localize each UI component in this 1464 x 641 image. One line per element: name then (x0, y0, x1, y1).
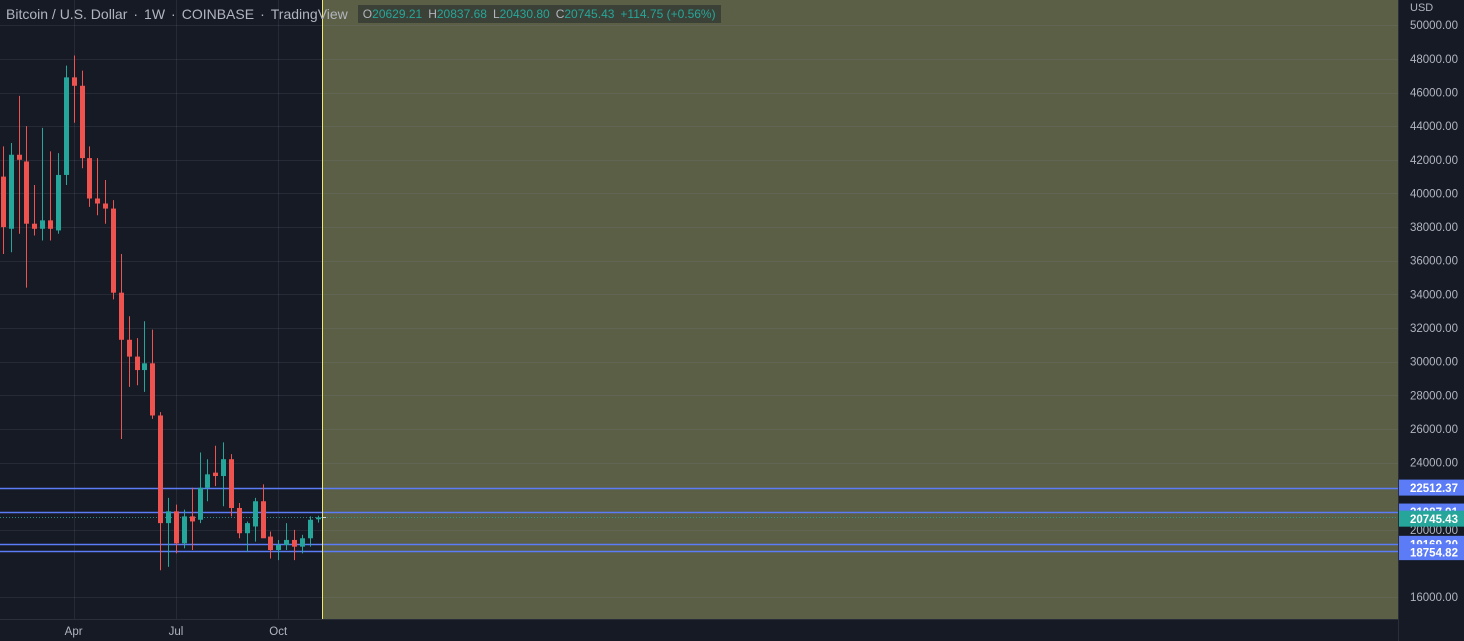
price-line-badge: 22512.37 (1410, 483, 1458, 495)
y-tick-label: 40000.00 (1410, 188, 1458, 200)
y-tick-label: 36000.00 (1410, 256, 1458, 268)
y-tick-label: 34000.00 (1410, 289, 1458, 301)
y-tick-label: 38000.00 (1410, 222, 1458, 234)
price-line-badge: 18754.82 (1410, 548, 1458, 560)
candle-body[interactable] (166, 511, 171, 524)
candle-body[interactable] (190, 516, 195, 522)
candle-body[interactable] (221, 459, 226, 477)
legend-separator: · (133, 6, 139, 22)
candle-body[interactable] (316, 517, 321, 520)
candle-body[interactable] (198, 487, 203, 520)
candle-body[interactable] (245, 523, 250, 534)
candle-body[interactable] (142, 363, 147, 371)
candle-body[interactable] (72, 77, 77, 86)
candle-body[interactable] (300, 538, 305, 547)
candle-body[interactable] (276, 544, 281, 551)
open-label: O (362, 7, 373, 21)
candle-body[interactable] (284, 539, 289, 545)
candle-body[interactable] (80, 85, 85, 159)
axis-unit-label: USD (1410, 2, 1434, 14)
close-value: 20745.43 (564, 7, 615, 21)
candle-body[interactable] (119, 292, 124, 340)
y-tick-label: 32000.00 (1410, 323, 1458, 335)
high-label: H (428, 7, 437, 21)
candle-body[interactable] (1, 176, 6, 228)
y-tick-label: 26000.00 (1410, 424, 1458, 436)
y-tick-label: 42000.00 (1410, 155, 1458, 167)
y-tick-label: 50000.00 (1410, 20, 1458, 32)
candle-body[interactable] (127, 339, 132, 357)
source-label: TradingView (270, 6, 348, 22)
candle-body[interactable] (56, 174, 61, 231)
candle-body[interactable] (268, 536, 273, 551)
candle-body[interactable] (95, 198, 100, 204)
legend-separator: · (171, 6, 176, 22)
candle-body[interactable] (292, 539, 297, 547)
candle-body[interactable] (64, 77, 69, 175)
candle-body[interactable] (87, 158, 92, 199)
x-tick-label: Apr (65, 626, 83, 638)
low-value: 20430.80 (499, 7, 550, 21)
time-axis[interactable] (0, 619, 1398, 641)
candle-body[interactable] (135, 356, 140, 371)
chart-legend: Bitcoin / U.S. Dollar · 1W · COINBASE · … (6, 4, 721, 24)
y-tick-label: 16000.00 (1410, 592, 1458, 604)
candle-body[interactable] (9, 154, 14, 229)
x-tick-label: Oct (269, 626, 288, 638)
y-tick-label: 48000.00 (1410, 54, 1458, 66)
open-value: 20629.21 (372, 7, 423, 21)
candle-body[interactable] (17, 154, 22, 160)
candle-body[interactable] (205, 474, 210, 488)
candle-body[interactable] (253, 501, 258, 527)
y-tick-label: 44000.00 (1410, 121, 1458, 133)
last-price-badge: 20745.43 (1410, 514, 1458, 526)
candle-body[interactable] (237, 507, 242, 534)
low-label: L (492, 7, 500, 21)
exchange-label: COINBASE (181, 6, 255, 22)
candle-body[interactable] (40, 220, 45, 229)
candle-body[interactable] (103, 203, 108, 209)
candle-body[interactable] (174, 511, 179, 544)
high-value: 20837.68 (436, 7, 487, 21)
y-tick-label: 24000.00 (1410, 458, 1458, 470)
ohlc-readout: O20629.21 H20837.68 L20430.80 C20745.43 … (357, 5, 721, 23)
price-chart[interactable]: 50000.00 48000.00 46000.00 44000.00 42000.00… (0, 0, 1464, 641)
x-tick-label: Jul (169, 626, 184, 638)
candle-body[interactable] (111, 208, 116, 293)
candle-body[interactable] (48, 220, 53, 229)
candle-body[interactable] (182, 516, 187, 544)
change-value: +114.75 (+0.56%) (620, 7, 716, 21)
candle-body[interactable] (261, 501, 266, 539)
candle-body[interactable] (229, 459, 234, 508)
y-tick-label: 28000.00 (1410, 390, 1458, 402)
highlight-zone[interactable] (322, 0, 1399, 619)
symbol-title[interactable]: Bitcoin / U.S. Dollar (6, 6, 127, 22)
candle-body[interactable] (213, 472, 218, 477)
y-tick-label: 30000.00 (1410, 357, 1458, 369)
interval-label[interactable]: 1W (144, 6, 165, 22)
candle-body[interactable] (24, 161, 29, 224)
y-tick-label: 46000.00 (1410, 88, 1458, 100)
candle-body[interactable] (308, 519, 313, 539)
candle-body[interactable] (32, 223, 37, 229)
candle-body[interactable] (150, 363, 155, 416)
candle-body[interactable] (158, 415, 163, 524)
legend-separator: · (260, 6, 265, 22)
